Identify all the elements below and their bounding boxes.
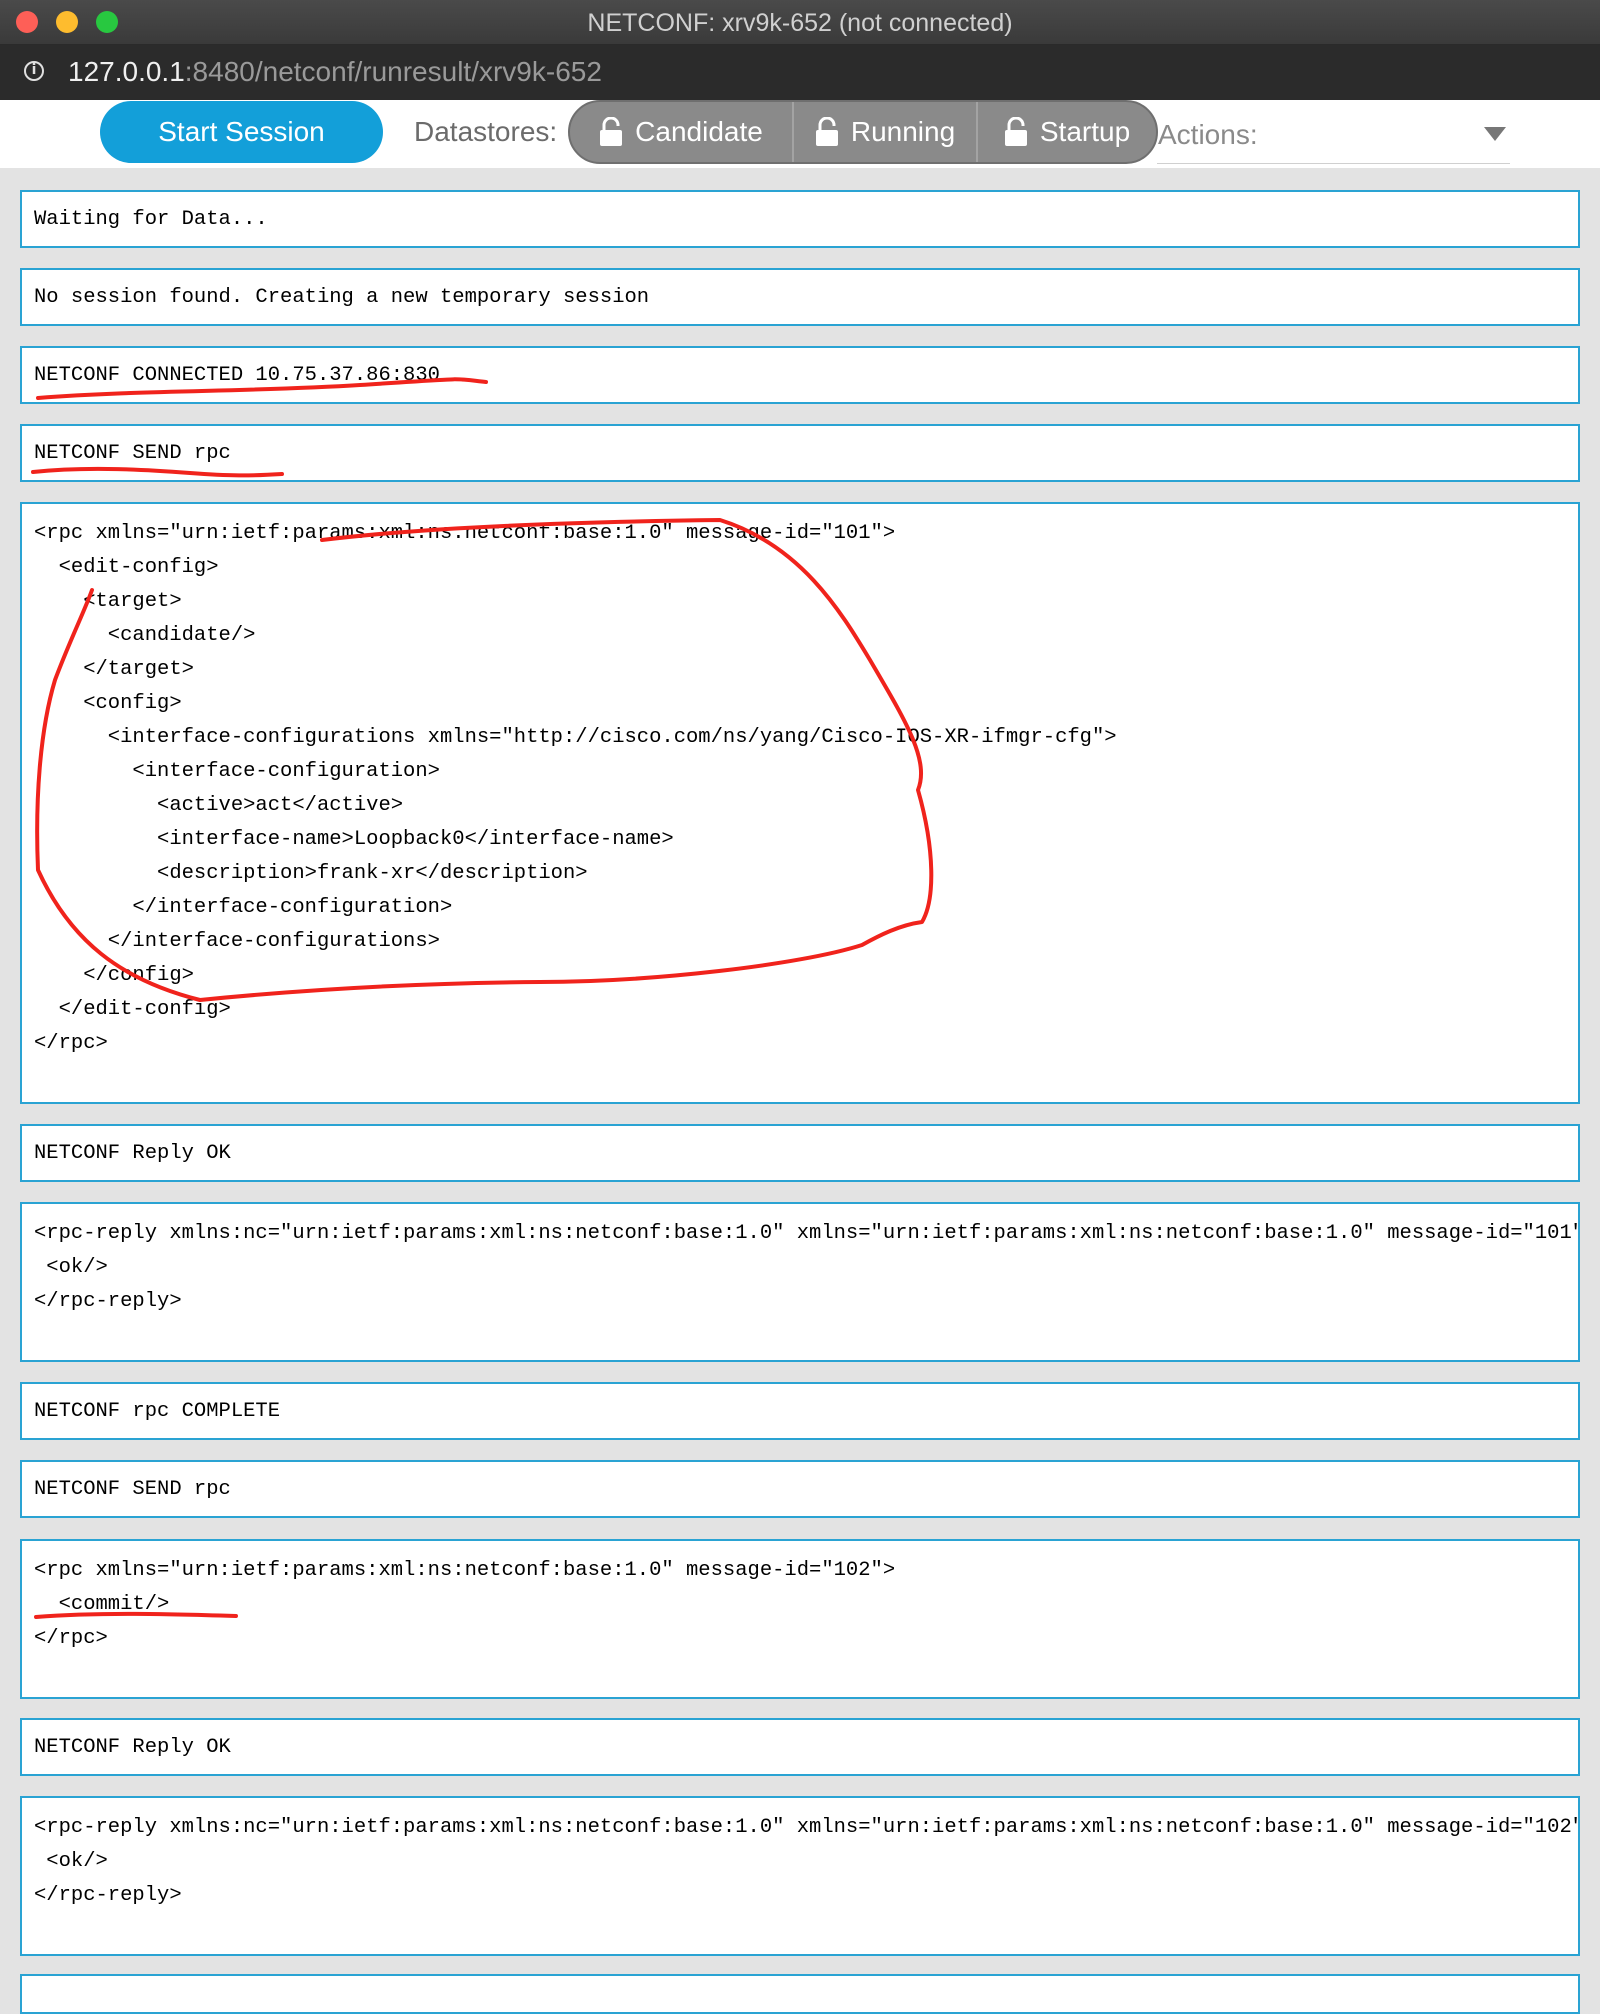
datastore-label: Startup bbox=[1039, 116, 1131, 147]
log-entry: <rpc-reply xmlns:nc="urn:ietf:params:xml… bbox=[20, 1202, 1580, 1362]
datastore-startup-button[interactable]: Startup bbox=[976, 102, 1156, 162]
log-line: No session found. Creating a new tempora… bbox=[34, 286, 650, 309]
url-host: 127.0.0.1 bbox=[68, 56, 185, 87]
log-line: </interface-configurations> bbox=[34, 930, 440, 953]
window-titlebar: NETCONF: xrv9k-652 (not connected) bbox=[0, 0, 1600, 45]
log-line: NETCONF rpc COMPLETE bbox=[34, 1400, 281, 1423]
url-text[interactable]: 127.0.0.1:8480/netconf/runresult/xrv9k-6… bbox=[68, 56, 602, 88]
log-line: <rpc xmlns="urn:ietf:params:xml:ns:netco… bbox=[34, 1559, 896, 1582]
datastores-segmented-control: Candidate Running Startup bbox=[568, 100, 1158, 164]
datastore-running-button[interactable]: Running bbox=[792, 102, 976, 162]
datastore-label: Candidate bbox=[635, 116, 763, 147]
unlock-icon bbox=[1004, 117, 1027, 146]
log-entry: NETCONF SEND rpc bbox=[20, 424, 1580, 482]
log-line: <interface-name>Loopback0</interface-nam… bbox=[34, 828, 674, 851]
log-line: <commit/> bbox=[34, 1593, 170, 1616]
log-line: NETCONF Reply OK bbox=[34, 1736, 231, 1759]
log-line: <candidate/> bbox=[34, 624, 256, 647]
log-line: <active>act</active> bbox=[34, 794, 404, 817]
log-line: NETCONF SEND rpc bbox=[34, 1478, 231, 1501]
actions-dropdown-placeholder: Actions: bbox=[1158, 119, 1258, 150]
datastores-label: Datastores: bbox=[414, 116, 558, 147]
log-line: <rpc xmlns="urn:ietf:params:xml:ns:netco… bbox=[34, 522, 896, 545]
log-entry: NETCONF Reply OK bbox=[20, 1718, 1580, 1776]
log-entry: Waiting for Data... bbox=[20, 190, 1580, 248]
log-line: <rpc-reply xmlns:nc="urn:ietf:params:xml… bbox=[34, 1222, 1580, 1245]
log-line: <ok/> bbox=[34, 1850, 108, 1873]
log-line: <rpc-reply xmlns:nc="urn:ietf:params:xml… bbox=[34, 1816, 1580, 1839]
log-entry bbox=[20, 1974, 1580, 2014]
log-line: <target> bbox=[34, 590, 182, 613]
log-line: <ok/> bbox=[34, 1256, 108, 1279]
log-line: <config> bbox=[34, 692, 182, 715]
chevron-down-icon[interactable] bbox=[1484, 127, 1506, 141]
log-entry: NETCONF rpc COMPLETE bbox=[20, 1382, 1580, 1440]
unlock-icon bbox=[815, 117, 838, 146]
start-session-button[interactable]: Start Session bbox=[100, 101, 383, 163]
info-icon[interactable]: i bbox=[24, 61, 44, 81]
unlock-icon bbox=[600, 117, 623, 146]
log-line: </config> bbox=[34, 964, 194, 987]
log-entry: No session found. Creating a new tempora… bbox=[20, 268, 1580, 326]
log-entry: <rpc-reply xmlns:nc="urn:ietf:params:xml… bbox=[20, 1796, 1580, 1956]
log-line: <description>frank-xr</description> bbox=[34, 862, 588, 885]
log-line: </rpc-reply> bbox=[34, 1290, 182, 1313]
log-line: <interface-configuration> bbox=[34, 760, 440, 783]
log-line: NETCONF CONNECTED 10.75.37.86:830 bbox=[34, 364, 440, 387]
datastore-candidate-button[interactable]: Candidate bbox=[570, 102, 792, 162]
log-line: Waiting for Data... bbox=[34, 208, 268, 231]
datastore-label: Running bbox=[850, 116, 956, 147]
log-entry: NETCONF SEND rpc bbox=[20, 1460, 1580, 1518]
log-line: </interface-configuration> bbox=[34, 896, 453, 919]
log-line: </edit-config> bbox=[34, 998, 231, 1021]
url-path: :8480/netconf/runresult/xrv9k-652 bbox=[184, 56, 602, 87]
log-line: </rpc> bbox=[34, 1627, 108, 1650]
log-entry: NETCONF Reply OK bbox=[20, 1124, 1580, 1182]
log-line: <interface-configurations xmlns="http://… bbox=[34, 726, 1117, 749]
window-title: NETCONF: xrv9k-652 (not connected) bbox=[587, 9, 1013, 37]
log-entry: NETCONF CONNECTED 10.75.37.86:830 bbox=[20, 346, 1580, 404]
log-line: </target> bbox=[34, 658, 194, 681]
log-line: NETCONF Reply OK bbox=[34, 1142, 231, 1165]
log-line: </rpc> bbox=[34, 1032, 108, 1055]
log-line: <edit-config> bbox=[34, 556, 219, 579]
log-entry: <rpc xmlns="urn:ietf:params:xml:ns:netco… bbox=[20, 502, 1580, 1104]
log-entry: <rpc xmlns="urn:ietf:params:xml:ns:netco… bbox=[20, 1539, 1580, 1699]
log-line: NETCONF SEND rpc bbox=[34, 442, 231, 465]
log-line: </rpc-reply> bbox=[34, 1884, 182, 1907]
